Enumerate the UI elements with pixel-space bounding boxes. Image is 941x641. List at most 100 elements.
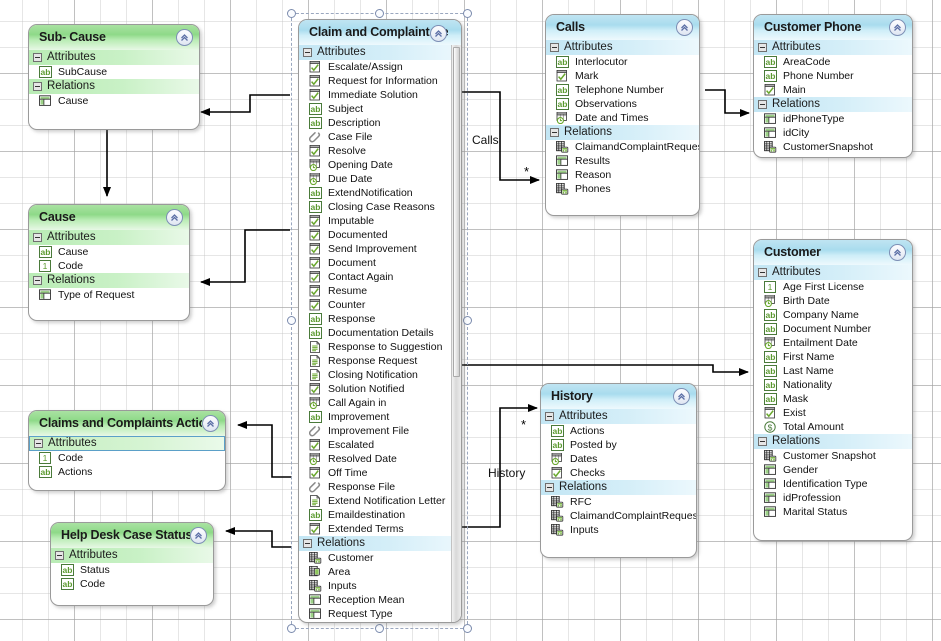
- attribute-row[interactable]: ab Status: [51, 563, 213, 577]
- resize-handle-e[interactable]: [463, 316, 472, 325]
- relation-row[interactable]: idCity: [754, 126, 912, 140]
- resize-handle-ne[interactable]: [463, 9, 472, 18]
- attribute-row[interactable]: ab Last Name: [754, 364, 912, 378]
- attribute-row[interactable]: Immediate Solution: [299, 88, 461, 102]
- resize-handle-s[interactable]: [375, 624, 384, 633]
- entity-customer-phone[interactable]: Customer Phone Attributes ab AreaCode ab Pho…: [753, 14, 913, 158]
- attribute-row[interactable]: ab Improvement: [299, 410, 461, 424]
- vertical-scrollbar[interactable]: [451, 45, 461, 622]
- attribute-row[interactable]: Entailment Date: [754, 336, 912, 350]
- relation-row[interactable]: ClaimandComplaintRequest: [541, 509, 696, 523]
- attribute-row[interactable]: ab Company Name: [754, 308, 912, 322]
- attribute-row[interactable]: ab AreaCode: [754, 55, 912, 69]
- attribute-row[interactable]: Extend Notification Letter: [299, 494, 461, 508]
- resize-handle-nw[interactable]: [287, 9, 296, 18]
- section-attributes[interactable]: Attributes: [29, 436, 225, 451]
- entity-title-bar[interactable]: Claim and Complaint Re: [299, 20, 461, 45]
- attribute-row[interactable]: Checks: [541, 466, 696, 480]
- diagram-canvas[interactable]: Calls History * * Sub- Cause Attributes …: [0, 0, 941, 641]
- attribute-row[interactable]: Main: [754, 83, 912, 97]
- relation-row[interactable]: Customer: [299, 551, 461, 565]
- relation-row[interactable]: CustomerSnapshot: [754, 140, 912, 154]
- attribute-row[interactable]: Opening Date: [299, 158, 461, 172]
- relation-row[interactable]: Reception Mean: [299, 593, 461, 607]
- attribute-row[interactable]: ab Closing Case Reasons: [299, 200, 461, 214]
- attribute-row[interactable]: ab Observations: [546, 97, 699, 111]
- relation-row[interactable]: Inputs: [299, 579, 461, 593]
- section-relations[interactable]: Relations: [754, 97, 912, 112]
- attribute-row[interactable]: Contact Again: [299, 270, 461, 284]
- attribute-row[interactable]: ab Document Number: [754, 322, 912, 336]
- attribute-row[interactable]: 1 Code: [29, 451, 225, 465]
- attribute-row[interactable]: Response Request: [299, 354, 461, 368]
- attribute-row[interactable]: Response File: [299, 480, 461, 494]
- collapse-icon[interactable]: [673, 388, 690, 405]
- attribute-row[interactable]: ab Mask: [754, 392, 912, 406]
- attribute-row[interactable]: Extended Terms: [299, 522, 461, 536]
- section-relations[interactable]: Relations: [29, 79, 199, 94]
- minus-box-icon[interactable]: [303, 48, 312, 57]
- section-attributes[interactable]: Attributes: [754, 40, 912, 55]
- section-attributes[interactable]: Attributes: [754, 265, 912, 280]
- minus-box-icon[interactable]: [758, 268, 767, 277]
- resize-handle-w[interactable]: [287, 316, 296, 325]
- attribute-row[interactable]: Counter: [299, 298, 461, 312]
- attribute-row[interactable]: Due Date: [299, 172, 461, 186]
- minus-box-icon[interactable]: [33, 53, 42, 62]
- entity-title-bar[interactable]: Customer: [754, 240, 912, 265]
- scrollbar-thumb[interactable]: [453, 47, 460, 377]
- relation-row[interactable]: RFC: [541, 495, 696, 509]
- resize-handle-n[interactable]: [375, 9, 384, 18]
- attribute-row[interactable]: ab Phone Number: [754, 69, 912, 83]
- attribute-row[interactable]: ab Description: [299, 116, 461, 130]
- attribute-row[interactable]: Exist: [754, 406, 912, 420]
- entity-title-bar[interactable]: Claims and Complaints Action: [29, 411, 225, 436]
- relation-row[interactable]: Identification Type: [754, 477, 912, 491]
- attribute-row[interactable]: Case File: [299, 130, 461, 144]
- entity-customer[interactable]: Customer Attributes 1 Age First License Bir…: [753, 239, 913, 541]
- attribute-row[interactable]: Document: [299, 256, 461, 270]
- entity-claim-and-complaint-request[interactable]: Claim and Complaint Re Attributes Escalat…: [298, 19, 462, 623]
- relation-row[interactable]: Cause: [29, 94, 199, 108]
- attribute-row[interactable]: ab Emaildestination: [299, 508, 461, 522]
- relation-row[interactable]: Phones: [546, 182, 699, 196]
- attribute-row[interactable]: ab Code: [51, 577, 213, 591]
- collapse-icon[interactable]: [889, 19, 906, 36]
- collapse-icon[interactable]: [190, 527, 207, 544]
- section-attributes[interactable]: Attributes: [51, 548, 213, 563]
- attribute-row[interactable]: ab Documentation Details: [299, 326, 461, 340]
- minus-box-icon[interactable]: [545, 483, 554, 492]
- collapse-icon[interactable]: [430, 25, 447, 42]
- attribute-row[interactable]: Solution Notified: [299, 382, 461, 396]
- relation-row[interactable]: Reason: [546, 168, 699, 182]
- minus-box-icon[interactable]: [303, 539, 312, 548]
- minus-box-icon[interactable]: [33, 82, 42, 91]
- relation-row[interactable]: Inputs: [541, 523, 696, 537]
- attribute-row[interactable]: ab ExtendNotification: [299, 186, 461, 200]
- attribute-row[interactable]: ab Telephone Number: [546, 83, 699, 97]
- attribute-row[interactable]: $ Total Amount: [754, 420, 912, 434]
- attribute-row[interactable]: ab Actions: [29, 465, 225, 479]
- relation-row[interactable]: Customer Snapshot: [754, 449, 912, 463]
- relation-row[interactable]: Type of Request: [29, 288, 189, 302]
- resize-handle-sw[interactable]: [287, 624, 296, 633]
- section-attributes[interactable]: Attributes: [29, 50, 199, 65]
- minus-box-icon[interactable]: [758, 100, 767, 109]
- section-attributes[interactable]: Attributes: [546, 40, 699, 55]
- entity-title-bar[interactable]: Calls: [546, 15, 699, 40]
- section-relations[interactable]: Relations: [541, 480, 696, 495]
- attribute-row[interactable]: Date and Times: [546, 111, 699, 125]
- attribute-row[interactable]: ab First Name: [754, 350, 912, 364]
- attribute-row[interactable]: ab SubCause: [29, 65, 199, 79]
- attribute-row[interactable]: Improvement File: [299, 424, 461, 438]
- collapse-icon[interactable]: [889, 244, 906, 261]
- attribute-row[interactable]: ab Interlocutor: [546, 55, 699, 69]
- attribute-row[interactable]: Resume: [299, 284, 461, 298]
- relation-row[interactable]: Request Type: [299, 607, 461, 621]
- attribute-row[interactable]: ab Actions: [541, 424, 696, 438]
- attribute-row[interactable]: Documented: [299, 228, 461, 242]
- section-attributes[interactable]: Attributes: [541, 409, 696, 424]
- attribute-row[interactable]: Dates: [541, 452, 696, 466]
- attribute-row[interactable]: ab Nationality: [754, 378, 912, 392]
- entity-title-bar[interactable]: History: [541, 384, 696, 409]
